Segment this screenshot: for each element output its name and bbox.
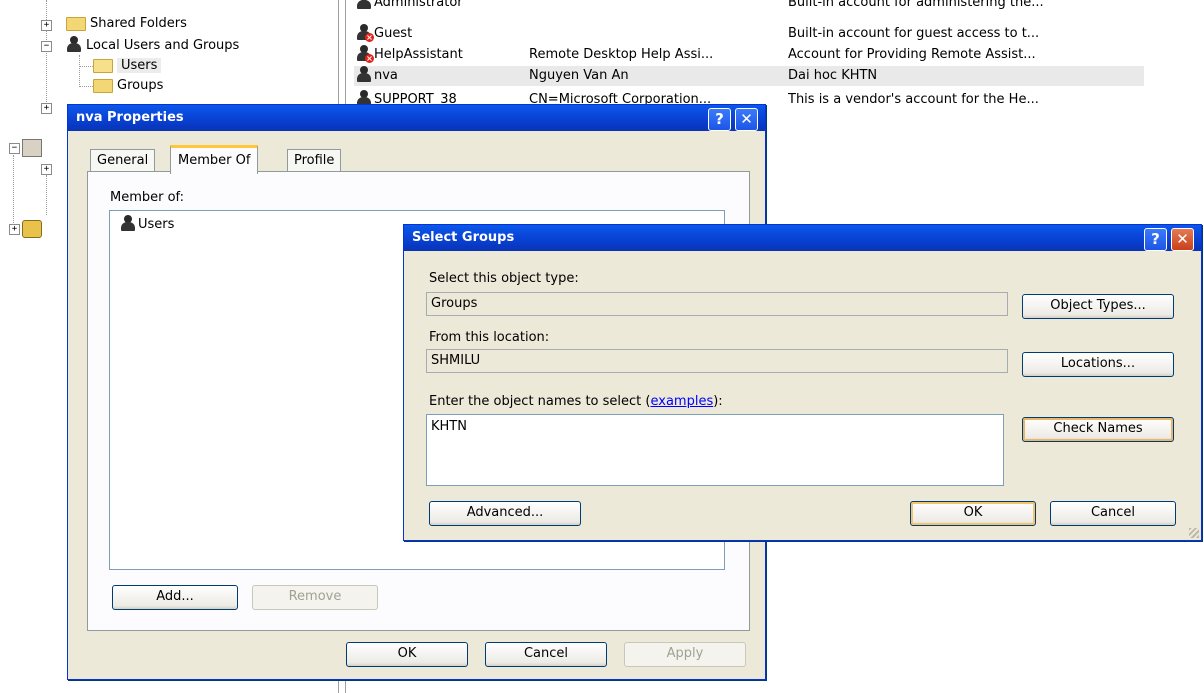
resize-grip-icon[interactable] [1189, 528, 1199, 538]
select-groups-dialog: Select Groups ? ✕ Select this object typ… [403, 224, 1202, 541]
cancel-button[interactable]: Cancel [1050, 501, 1176, 526]
advanced-button[interactable]: Advanced... [429, 501, 581, 526]
dialog-title: Select Groups [412, 230, 515, 245]
remove-button: Remove [252, 585, 378, 610]
tree-item-users[interactable]: Users [93, 56, 162, 76]
object-names-label: Enter the object names to select (exampl… [429, 394, 723, 409]
user-name: HelpAssistant [374, 47, 463, 62]
user-name: Administrator [374, 0, 463, 10]
expand-shared-folders-icon[interactable]: + [41, 20, 52, 31]
close-icon: ✕ [740, 110, 753, 128]
user-full-name: Remote Desktop Help Assi... [529, 47, 714, 62]
disabled-user-icon: × [356, 24, 374, 42]
tab-member-of[interactable]: Member Of [170, 145, 259, 174]
users-group-icon [66, 36, 84, 52]
tab-general[interactable]: General [90, 149, 156, 171]
cancel-button-label: Cancel [523, 646, 569, 661]
ok-button-label: OK [963, 505, 983, 520]
cancel-button-label: Cancel [1090, 505, 1136, 520]
collapse-node-icon[interactable]: − [9, 143, 20, 154]
apply-button: Apply [624, 642, 746, 667]
user-icon [356, 0, 372, 9]
tab-label: Member Of [178, 153, 251, 168]
help-icon: ? [715, 110, 724, 128]
object-names-input[interactable]: KHTN [426, 414, 1004, 486]
user-description: Built-in account for guest access to t..… [788, 26, 1040, 41]
group-icon [120, 215, 136, 231]
list-item[interactable]: × HelpAssistant Remote Desktop Help Assi.… [354, 45, 1144, 65]
close-icon: ✕ [1176, 230, 1189, 248]
check-names-button[interactable]: Check Names [1022, 417, 1174, 442]
add-button[interactable]: Add... [112, 585, 238, 610]
member-name: Users [138, 217, 175, 232]
ok-button[interactable]: OK [910, 501, 1036, 526]
user-description: Dai hoc KHTN [788, 68, 878, 83]
check-names-button-label: Check Names [1053, 421, 1143, 436]
apps-node-icon[interactable] [22, 220, 42, 238]
examples-link[interactable]: examples [650, 394, 713, 409]
open-folder-icon [93, 58, 113, 73]
services-node-icon[interactable] [22, 139, 42, 157]
advanced-button-label: Advanced... [466, 505, 544, 520]
collapse-local-users-icon[interactable]: − [41, 41, 52, 52]
help-button[interactable]: ? [708, 108, 731, 131]
folder-icon [93, 78, 113, 93]
object-types-button-label: Object Types... [1050, 298, 1146, 313]
tree-item-label: Groups [117, 78, 164, 93]
member-of-label: Member of: [110, 190, 185, 205]
expand-node-icon[interactable]: + [41, 103, 52, 114]
add-button-label: Add... [156, 589, 194, 604]
list-item[interactable]: Users [120, 215, 174, 232]
locations-button[interactable]: Locations... [1022, 352, 1174, 377]
ok-button[interactable]: OK [346, 642, 468, 667]
list-item[interactable]: × Guest Built-in account for guest access… [354, 24, 1144, 44]
tree-item-local-users-groups[interactable]: Local Users and Groups [66, 36, 239, 56]
object-type-field: Groups [426, 292, 1008, 316]
user-icon [356, 66, 372, 82]
folder-icon [66, 16, 86, 31]
location-label: From this location: [429, 330, 550, 345]
expand-node-icon[interactable]: + [41, 164, 52, 175]
select-groups-title-bar[interactable]: Select Groups ? ✕ [404, 225, 1201, 251]
help-icon: ? [1151, 230, 1160, 248]
tree-item-groups[interactable]: Groups [93, 76, 163, 96]
location-field: SHMILU [426, 349, 1008, 373]
object-type-label: Select this object type: [429, 271, 579, 286]
user-name: Guest [374, 26, 413, 41]
user-description: Built-in account for administering the..… [788, 0, 1044, 10]
disabled-user-icon: × [356, 45, 374, 63]
user-description: Account for Providing Remote Assist... [788, 47, 1036, 62]
object-names-value: KHTN [431, 419, 467, 434]
remove-button-label: Remove [288, 589, 342, 604]
close-button[interactable]: ✕ [735, 108, 758, 131]
properties-title-bar[interactable]: nva Properties ? ✕ [68, 105, 765, 131]
user-list: Administrator Built-in account for admin… [354, 0, 1144, 120]
dialog-title: nva Properties [76, 110, 184, 125]
tree-item-shared-folders[interactable]: Shared Folders [66, 14, 187, 34]
user-full-name: Nguyen Van An [529, 68, 629, 83]
user-description: This is a vendor's account for the He... [788, 92, 1039, 107]
close-button[interactable]: ✕ [1171, 228, 1194, 251]
tree-item-label: Local Users and Groups [86, 38, 240, 53]
list-item[interactable]: Administrator Built-in account for admin… [354, 0, 1144, 13]
tree-item-label: Shared Folders [90, 16, 187, 31]
expand-node-icon[interactable]: + [9, 224, 20, 235]
object-names-label-text: Enter the object names to select ( [429, 394, 651, 409]
object-types-button[interactable]: Object Types... [1022, 294, 1174, 319]
tab-label: Profile [294, 153, 335, 168]
user-name: nva [374, 68, 398, 83]
cancel-button[interactable]: Cancel [485, 642, 607, 667]
tree-item-label: Users [117, 58, 162, 73]
list-item[interactable]: nva Nguyen Van An Dai hoc KHTN [354, 66, 1144, 86]
help-button[interactable]: ? [1144, 228, 1167, 251]
ok-button-label: OK [397, 646, 417, 661]
tab-profile[interactable]: Profile [287, 149, 342, 171]
locations-button-label: Locations... [1060, 356, 1136, 371]
apply-button-label: Apply [666, 646, 704, 661]
tab-label: General [97, 153, 149, 168]
object-names-label-suffix: ): [713, 394, 723, 409]
